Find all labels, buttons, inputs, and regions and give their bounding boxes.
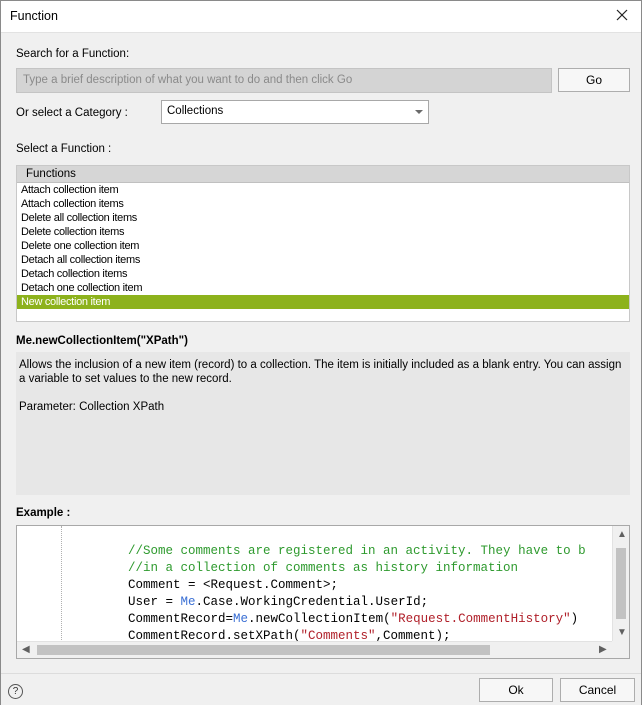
scroll-up-arrow-icon[interactable]: ▲ bbox=[617, 529, 627, 540]
code-line: CommentRecord=Me.newCollectionItem("Requ… bbox=[128, 611, 586, 628]
description-line: Parameter: Collection XPath bbox=[19, 401, 165, 413]
code-token: ) bbox=[570, 612, 579, 626]
function-description: Allows the inclusion of a new item (reco… bbox=[16, 352, 630, 495]
function-list-item[interactable]: Attach collection item bbox=[17, 183, 629, 197]
example-code-editor[interactable]: //Some comments are registered in an act… bbox=[16, 525, 630, 659]
function-list-header[interactable]: Functions bbox=[17, 166, 629, 183]
function-list-item[interactable]: Attach collection items bbox=[17, 197, 629, 211]
code-line: Comment = <Request.Comment>; bbox=[128, 577, 586, 594]
scrollbar-corner bbox=[612, 641, 629, 658]
cancel-button[interactable]: Cancel bbox=[560, 678, 635, 702]
horizontal-scrollbar[interactable]: ◀ ▶ bbox=[17, 641, 629, 658]
scroll-down-arrow-icon[interactable]: ▼ bbox=[617, 627, 627, 638]
code-line: //Some comments are registered in an act… bbox=[128, 543, 586, 560]
function-list-item[interactable]: Detach collection items bbox=[17, 267, 629, 281]
code-token: Me bbox=[180, 595, 196, 609]
code-token: Me bbox=[233, 612, 249, 626]
code-token: CommentRecord= bbox=[128, 612, 234, 626]
description-line bbox=[19, 386, 627, 400]
window-title: Function bbox=[10, 9, 58, 23]
code-lines: //Some comments are registered in an act… bbox=[128, 543, 586, 645]
horizontal-scroll-thumb[interactable] bbox=[37, 645, 490, 655]
close-icon[interactable] bbox=[613, 6, 631, 24]
function-list-label: Select a Function : bbox=[16, 143, 112, 155]
example-label: Example : bbox=[16, 507, 71, 519]
go-button[interactable]: Go bbox=[558, 68, 630, 92]
scroll-left-arrow-icon[interactable]: ◀ bbox=[22, 644, 30, 655]
code-token: //Some comments are registered in an act… bbox=[128, 544, 586, 558]
function-signature: Me.newCollectionItem("XPath") bbox=[16, 335, 188, 347]
code-gutter-line bbox=[61, 526, 62, 642]
scroll-right-arrow-icon[interactable]: ▶ bbox=[599, 644, 607, 655]
code-line: User = Me.Case.WorkingCredential.UserId; bbox=[128, 594, 586, 611]
function-list-item[interactable]: Delete all collection items bbox=[17, 211, 629, 225]
code-token: User = bbox=[128, 595, 181, 609]
function-list-item[interactable]: Detach one collection item bbox=[17, 281, 629, 295]
code-token: .Case.WorkingCredential.UserId; bbox=[195, 595, 429, 609]
help-icon[interactable]: ? bbox=[8, 684, 23, 699]
code-token: .newCollectionItem( bbox=[248, 612, 391, 626]
ok-button[interactable]: Ok bbox=[479, 678, 553, 702]
function-list-item[interactable]: Delete collection items bbox=[17, 225, 629, 239]
category-selected-value: Collections bbox=[167, 105, 224, 117]
code-token: "Request.CommentHistory" bbox=[390, 612, 571, 626]
category-select[interactable]: Collections bbox=[161, 100, 429, 124]
search-input[interactable]: Type a brief description of what you wan… bbox=[16, 68, 552, 93]
title-bar: Function bbox=[1, 1, 641, 32]
dropdown-caret-icon bbox=[415, 110, 423, 114]
function-list[interactable]: Functions Attach collection item Attach c… bbox=[16, 165, 630, 322]
function-list-item[interactable]: Detach all collection items bbox=[17, 253, 629, 267]
vertical-scrollbar[interactable]: ▲ ▼ bbox=[612, 526, 629, 642]
vertical-scroll-thumb[interactable] bbox=[616, 548, 626, 619]
description-line: a variable to set values to the new reco… bbox=[19, 373, 232, 385]
dialog-footer: ? Ok Cancel bbox=[1, 673, 641, 705]
code-line: //in a collection of comments as history… bbox=[128, 560, 586, 577]
function-list-item[interactable]: Delete one collection item bbox=[17, 239, 629, 253]
description-lines: Allows the inclusion of a new item (reco… bbox=[19, 358, 627, 414]
code-token: Comment = <Request.Comment>; bbox=[128, 578, 339, 592]
function-items: Attach collection item Attach collection … bbox=[17, 183, 629, 309]
search-label: Search for a Function: bbox=[16, 48, 130, 60]
description-line: Allows the inclusion of a new item (reco… bbox=[19, 359, 622, 371]
code-token: //in a collection of comments as history… bbox=[128, 561, 519, 575]
category-label: Or select a Category : bbox=[16, 107, 128, 119]
function-list-item[interactable]: New collection item bbox=[17, 295, 629, 309]
function-dialog: Function Search for a Function: Type a b… bbox=[0, 0, 642, 705]
